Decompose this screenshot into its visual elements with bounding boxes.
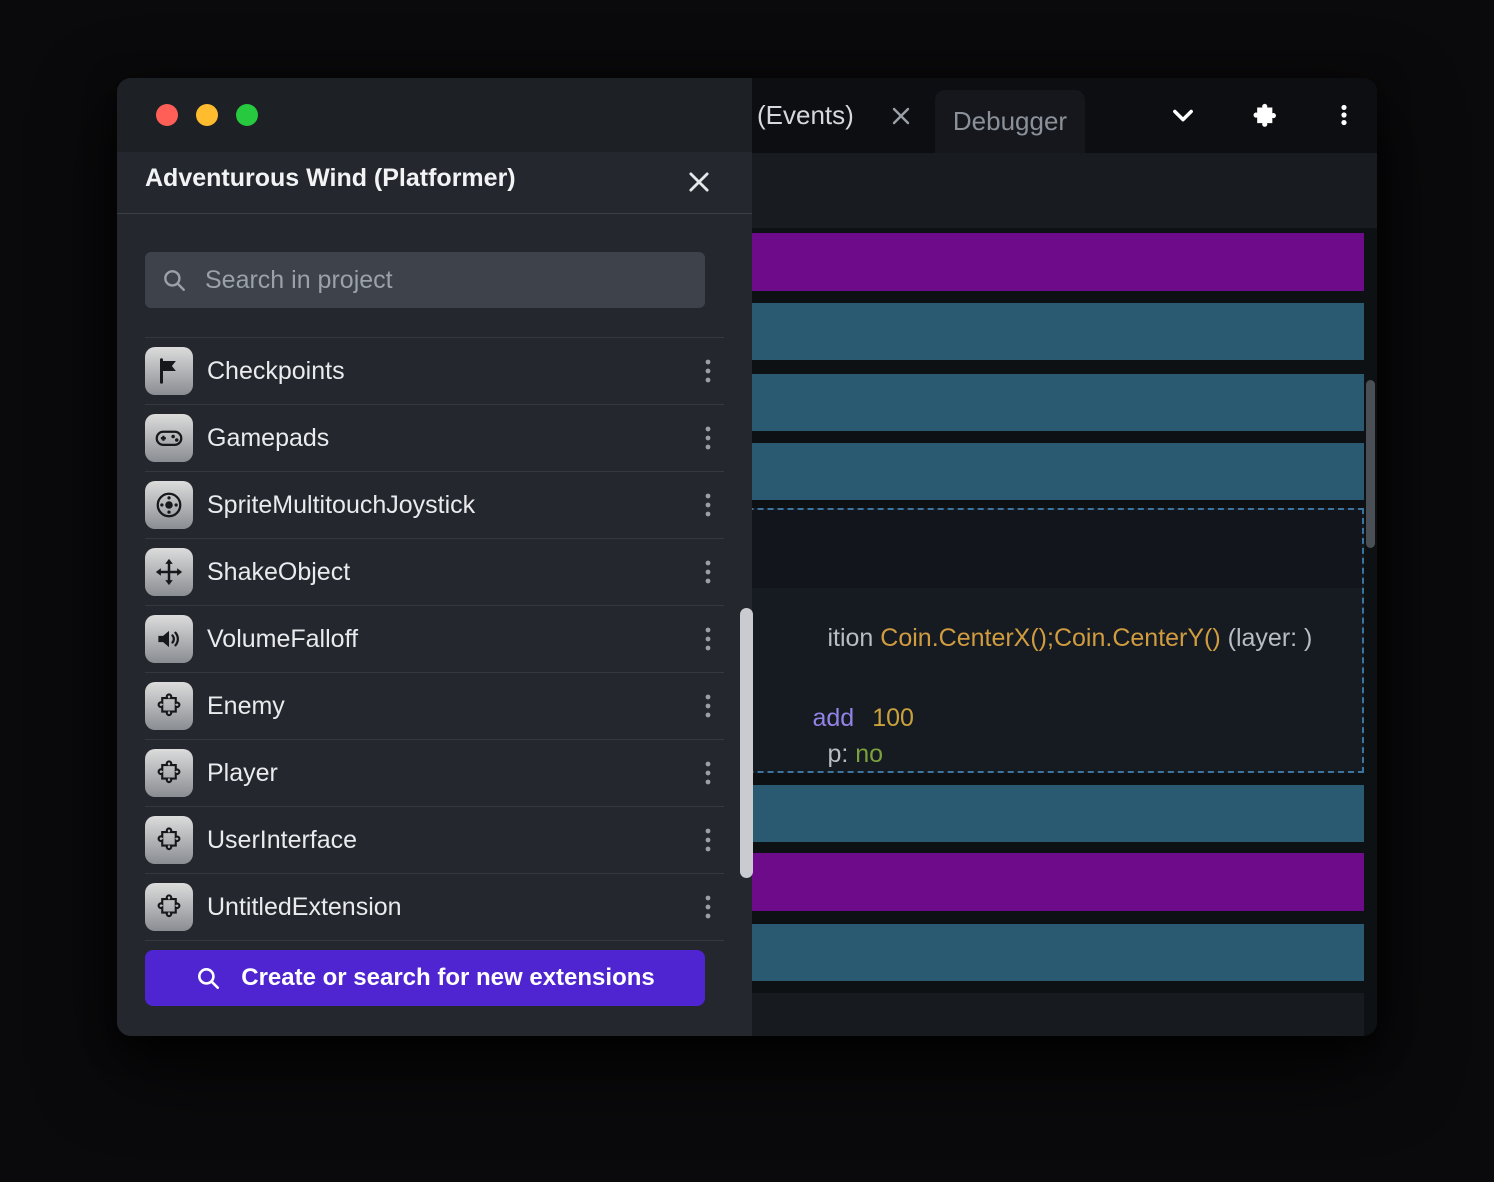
separator: ; — [1047, 624, 1054, 652]
panel-title: Adventurous Wind (Platformer) — [145, 164, 516, 193]
list-item-player[interactable]: Player — [145, 739, 724, 806]
events-scrollbar[interactable] — [1366, 380, 1375, 548]
flag-icon — [145, 347, 193, 395]
kebab-menu-icon[interactable] — [1331, 102, 1357, 128]
param-label: p: — [827, 740, 855, 768]
list-item-label: Checkpoints — [207, 357, 696, 386]
search-icon — [161, 267, 187, 293]
panel-scrollbar[interactable] — [740, 608, 753, 878]
list-item-label: UserInterface — [207, 826, 696, 855]
list-item-untitledextension[interactable]: UntitledExtension — [145, 873, 724, 941]
tab-debugger-label: Debugger — [953, 106, 1067, 137]
gamepad-icon — [145, 414, 193, 462]
item-menu-icon[interactable] — [696, 557, 720, 587]
tab-debugger[interactable]: Debugger — [935, 90, 1085, 153]
cta-label: Create or search for new extensions — [241, 964, 654, 992]
list-item-label: ShakeObject — [207, 558, 696, 587]
item-menu-icon[interactable] — [696, 490, 720, 520]
puzzle-icon — [145, 682, 193, 730]
item-menu-icon[interactable] — [696, 423, 720, 453]
list-item-enemy[interactable]: Enemy — [145, 672, 724, 739]
extensions-list: Checkpoints Gamepads SpriteMultitouchJoy… — [117, 337, 752, 941]
search-icon — [195, 965, 221, 991]
window-titlebar — [117, 78, 752, 152]
item-menu-icon[interactable] — [696, 758, 720, 788]
layer-param: (layer: ) — [1221, 624, 1313, 652]
list-item-label: Gamepads — [207, 424, 696, 453]
list-item-checkpoints[interactable]: Checkpoints — [145, 337, 724, 404]
close-icon[interactable] — [685, 168, 713, 196]
expression-x: Coin.CenterX() — [880, 624, 1047, 652]
list-item-label: SpriteMultitouchJoystick — [207, 491, 696, 520]
traffic-minimize-button[interactable] — [196, 104, 218, 126]
list-item-label: Player — [207, 759, 696, 788]
puzzle-icon[interactable] — [1249, 101, 1277, 129]
traffic-zoom-button[interactable] — [236, 104, 258, 126]
item-menu-icon[interactable] — [696, 356, 720, 386]
speaker-icon — [145, 615, 193, 663]
app-window: (Events) Debugger — [117, 78, 1377, 1036]
list-item-shakeobject[interactable]: ShakeObject — [145, 538, 724, 605]
item-menu-icon[interactable] — [696, 892, 720, 922]
search-input[interactable] — [203, 265, 689, 296]
list-item-gamepads[interactable]: Gamepads — [145, 404, 724, 471]
tab-close-icon[interactable] — [889, 104, 913, 128]
puzzle-icon — [145, 883, 193, 931]
item-menu-icon[interactable] — [696, 825, 720, 855]
create-extension-button[interactable]: Create or search for new extensions — [145, 950, 705, 1006]
list-item-spritemultitouchjoystick[interactable]: SpriteMultitouchJoystick — [145, 471, 724, 538]
move-arrows-icon — [145, 548, 193, 596]
joystick-icon — [145, 481, 193, 529]
puzzle-icon — [145, 749, 193, 797]
item-menu-icon[interactable] — [696, 624, 720, 654]
traffic-close-button[interactable] — [156, 104, 178, 126]
list-item-label: VolumeFalloff — [207, 625, 696, 654]
list-item-label: Enemy — [207, 692, 696, 721]
action-text: ition — [827, 624, 880, 652]
param-value: no — [855, 740, 883, 768]
list-item-label: UntitledExtension — [207, 893, 696, 922]
expression-y: Coin.CenterY() — [1054, 624, 1221, 652]
chevron-down-icon[interactable] — [1169, 101, 1197, 129]
puzzle-icon — [145, 816, 193, 864]
screen: (Events) Debugger — [0, 0, 1494, 1182]
item-menu-icon[interactable] — [696, 691, 720, 721]
list-item-userinterface[interactable]: UserInterface — [145, 806, 724, 873]
tab-events[interactable]: (Events) — [757, 100, 854, 131]
project-search-box[interactable] — [145, 252, 705, 308]
list-item-volumefalloff[interactable]: VolumeFalloff — [145, 605, 724, 672]
panel-header: Adventurous Wind (Platformer) — [117, 152, 752, 214]
extensions-panel: Adventurous Wind (Platformer) Checkpoint… — [117, 78, 752, 1036]
